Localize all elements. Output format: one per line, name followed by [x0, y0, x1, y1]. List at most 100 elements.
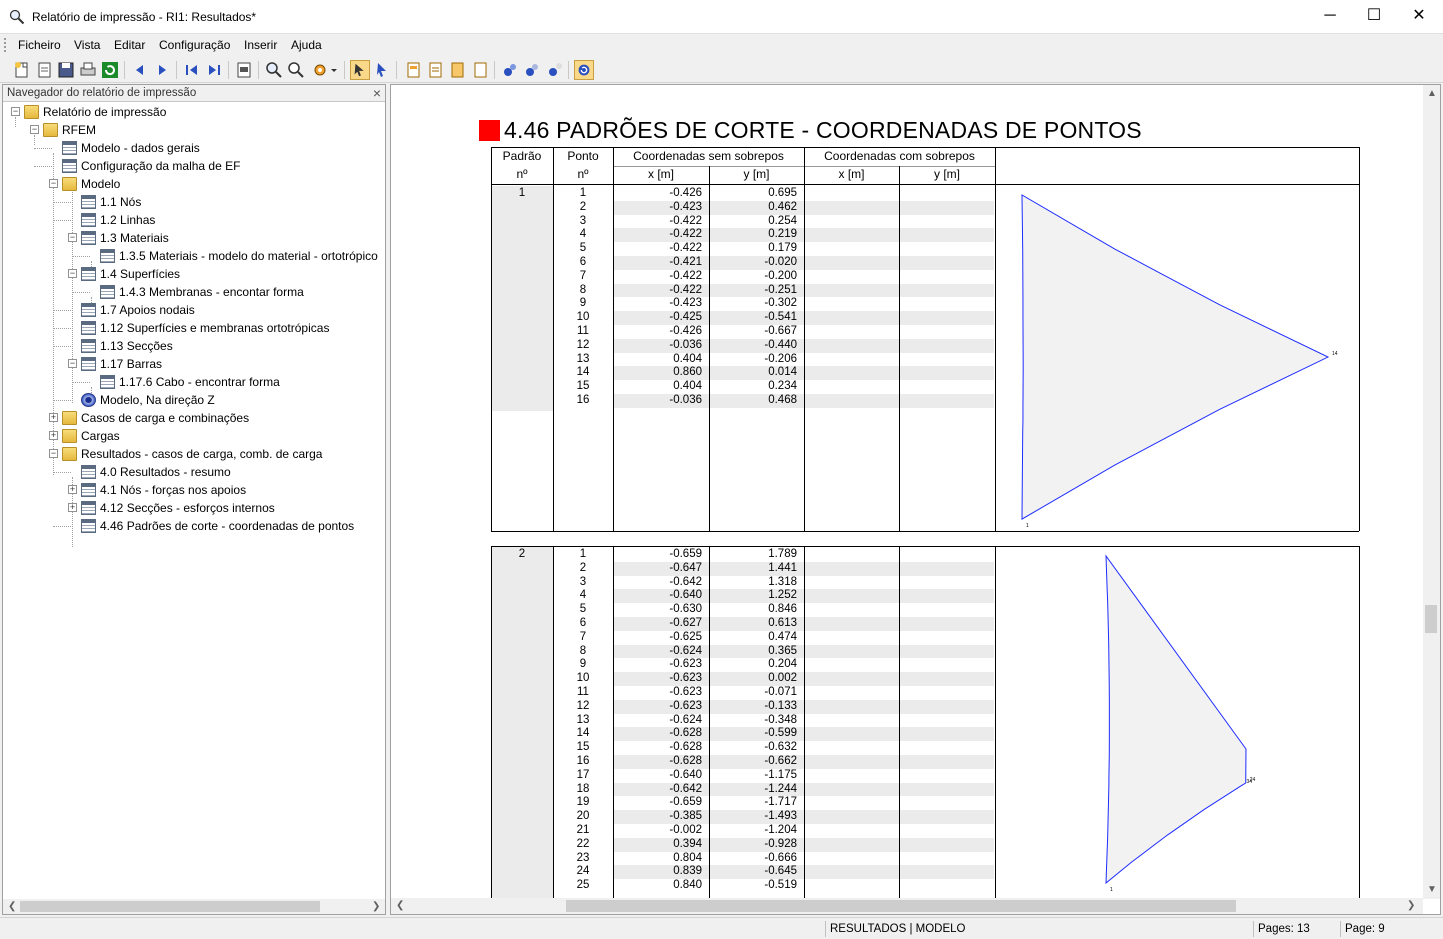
zoom-out-icon[interactable] [286, 60, 306, 80]
select-tool-icon[interactable] [350, 60, 370, 80]
navigator-item[interactable]: 4.46 Padrões de corte - coordenadas de p… [3, 517, 385, 535]
menu-ajuda[interactable]: Ajuda [291, 38, 322, 52]
settings-dropdown-icon[interactable] [328, 60, 340, 80]
scroll-up-icon[interactable]: ▲ [1427, 88, 1437, 99]
scroll-left-icon[interactable]: ❮ [396, 900, 404, 911]
navigator-item[interactable]: 1.7 Apoios nodais [3, 301, 385, 319]
preview-vscroll-thumb[interactable] [1425, 605, 1437, 633]
navigator-item[interactable]: − RFEM [3, 121, 385, 139]
navigator-item[interactable]: 1.2 Linhas [3, 211, 385, 229]
vertex-label: 19 [1104, 554, 1106, 556]
maximize-button[interactable]: ☐ [1351, 0, 1397, 32]
collapse-icon[interactable]: − [49, 449, 58, 458]
pattern-column-shade [492, 547, 553, 898]
preview-vertical-scrollbar[interactable]: ▲ ▼ [1423, 85, 1440, 899]
preview-hscroll-thumb[interactable] [566, 900, 1236, 912]
header-y: y [m] [743, 167, 770, 181]
menu-editar[interactable]: Editar [114, 38, 145, 52]
page-setup-icon[interactable] [234, 60, 254, 80]
navigator-item[interactable]: + Cargas [3, 427, 385, 445]
menu-vista[interactable]: Vista [74, 38, 100, 52]
navigator-close-button[interactable]: × [373, 85, 381, 101]
collapse-icon[interactable]: − [30, 125, 39, 134]
navigator-item[interactable]: − Modelo [3, 175, 385, 193]
navigator-item[interactable]: 1.17.6 Cabo - encontrar forma [3, 373, 385, 391]
menu-ficheiro[interactable]: Ficheiro [18, 38, 61, 52]
link-icon[interactable] [500, 60, 520, 80]
navigator-scroll-thumb[interactable] [20, 901, 320, 912]
collapse-icon[interactable]: − [11, 107, 20, 116]
point-number: 11 [577, 325, 589, 337]
navigator-item[interactable]: 1.12 Superfícies e membranas ortotrópica… [3, 319, 385, 337]
expand-icon[interactable]: + [49, 413, 58, 422]
y-coordinate: 1.252 [768, 589, 797, 602]
previous-page-icon[interactable] [130, 60, 150, 80]
cutting-pattern-shape-1: 11 14 1 [1020, 193, 1338, 529]
next-page-icon[interactable] [152, 60, 172, 80]
point-number: 17 [576, 768, 590, 781]
menu-inserir[interactable]: Inserir [244, 38, 277, 52]
navigator-item[interactable]: 4.0 Resultados - resumo [3, 463, 385, 481]
x-coordinate: -0.423 [669, 200, 702, 213]
navigator-item[interactable]: − 1.17 Barras [3, 355, 385, 373]
point-number: 8 [579, 283, 587, 296]
refresh-icon[interactable] [100, 60, 120, 80]
insert-text-icon[interactable] [425, 60, 445, 80]
expand-icon[interactable]: + [49, 431, 58, 440]
navigator-item[interactable]: 1.1 Nós [3, 193, 385, 211]
navigator-item[interactable]: Configuração da malha de EF [3, 157, 385, 175]
y-coordinate: -0.200 [764, 269, 797, 282]
scroll-right-icon[interactable]: ❯ [1407, 900, 1415, 911]
insert-page-icon[interactable] [403, 60, 423, 80]
navigator-item[interactable]: +4.1 Nós - forças nos apoios [3, 481, 385, 499]
scroll-right-icon[interactable]: ❯ [372, 901, 380, 912]
navigator-item[interactable]: 1.3.5 Materiais - modelo do material - o… [3, 247, 385, 265]
navigator-item[interactable]: Modelo, Na direção Z [3, 391, 385, 409]
minimize-button[interactable]: ─ [1307, 0, 1353, 32]
link-remove-icon[interactable] [545, 60, 565, 80]
close-button[interactable]: ✕ [1396, 0, 1442, 32]
pointer-tool-icon[interactable] [372, 60, 392, 80]
collapse-icon[interactable]: − [68, 269, 77, 278]
navigator-item[interactable]: − 1.4 Superfícies [3, 265, 385, 283]
last-page-icon[interactable] [204, 60, 224, 80]
navigator-item[interactable]: Modelo - dados gerais [3, 139, 385, 157]
folder-open-icon [62, 177, 77, 191]
link-edit-icon[interactable] [522, 60, 542, 80]
settings-icon[interactable] [310, 60, 330, 80]
preview-horizontal-scrollbar[interactable]: ❮ ❯ [391, 898, 1423, 914]
print-icon[interactable] [78, 60, 98, 80]
navigator-item[interactable]: +4.12 Secções - esforços internos [3, 499, 385, 517]
open-icon[interactable] [35, 60, 55, 80]
point-number: 11 [577, 686, 589, 698]
navigator-item[interactable]: − 1.3 Materiais [3, 229, 385, 247]
navigator-horizontal-scrollbar[interactable]: ❮ ❯ [3, 899, 385, 914]
expand-icon[interactable]: + [68, 503, 77, 512]
x-coordinate: 0.394 [673, 837, 702, 850]
navigator-item[interactable]: + Casos de carga e combinações [3, 409, 385, 427]
save-icon[interactable] [56, 60, 76, 80]
auto-refresh-icon[interactable] [574, 60, 594, 80]
navigator-item[interactable]: 1.13 Secções [3, 337, 385, 355]
point-number: 9 [579, 658, 587, 671]
scroll-down-icon[interactable]: ▼ [1427, 884, 1437, 895]
scroll-left-icon[interactable]: ❮ [8, 901, 16, 912]
navigator-item-label: 4.1 Nós - forças nos apoios [100, 483, 247, 497]
navigator-item[interactable]: − Resultados - casos de carga, comb. de c… [3, 445, 385, 463]
first-page-icon[interactable] [182, 60, 202, 80]
pattern-outline [1021, 194, 1330, 520]
navigator-item[interactable]: − Relatório de impressão [3, 103, 385, 121]
collapse-icon[interactable]: − [68, 233, 77, 242]
expand-icon[interactable]: + [68, 485, 77, 494]
zoom-in-icon[interactable] [264, 60, 284, 80]
menu-configuracao[interactable]: Configuração [159, 38, 230, 52]
x-coordinate: -0.425 [669, 311, 702, 324]
point-number: 4 [579, 228, 587, 241]
navigator-item[interactable]: 1.4.3 Membranas - encontar forma [3, 283, 385, 301]
insert-blank-icon[interactable] [470, 60, 490, 80]
header-x-overlap: x [m] [838, 167, 865, 181]
collapse-icon[interactable]: − [49, 179, 58, 188]
collapse-icon[interactable]: − [68, 359, 77, 368]
insert-table-icon[interactable] [447, 60, 467, 80]
new-report-icon[interactable] [12, 60, 32, 80]
